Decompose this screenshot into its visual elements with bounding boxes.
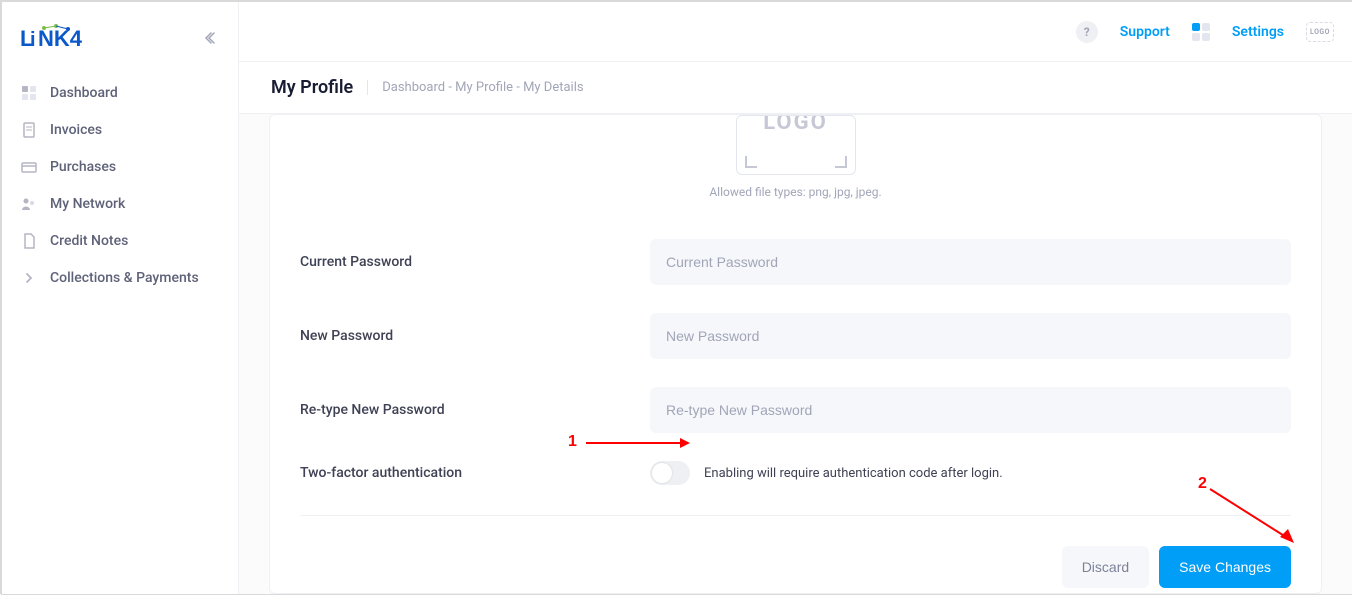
credit-notes-icon bbox=[20, 232, 38, 250]
profile-card: LOGO Allowed file types: png, jpg, jpeg.… bbox=[269, 114, 1322, 594]
breadcrumb: Dashboard - My Profile - My Details bbox=[367, 80, 583, 95]
save-changes-button[interactable]: Save Changes bbox=[1159, 546, 1291, 588]
network-icon bbox=[20, 195, 38, 213]
dashboard-icon bbox=[20, 84, 38, 102]
apps-grid-icon[interactable] bbox=[1192, 23, 1210, 41]
svg-text:i: i bbox=[30, 29, 36, 51]
topbar-settings-link[interactable]: Settings bbox=[1232, 24, 1284, 40]
page-title: My Profile bbox=[271, 77, 353, 98]
logo-placeholder-text: LOGO bbox=[763, 115, 828, 135]
topbar-support-link[interactable]: Support bbox=[1120, 24, 1170, 40]
two-factor-description: Enabling will require authentication cod… bbox=[704, 466, 1003, 481]
sidebar-item-label: Purchases bbox=[50, 159, 116, 175]
current-password-input[interactable] bbox=[650, 239, 1291, 285]
sidebar-collapse-button[interactable] bbox=[204, 30, 220, 46]
app-logo: L i NK4 bbox=[20, 24, 98, 52]
two-factor-label: Two-factor authentication bbox=[300, 465, 650, 481]
current-password-label: Current Password bbox=[300, 254, 650, 270]
logo-hint: Allowed file types: png, jpg, jpeg. bbox=[270, 185, 1321, 199]
invoices-icon bbox=[20, 121, 38, 139]
company-logo-thumb[interactable]: LOGO bbox=[1306, 22, 1334, 42]
help-icon[interactable]: ? bbox=[1076, 21, 1098, 43]
retype-password-input[interactable] bbox=[650, 387, 1291, 433]
breadcrumb-bar: My Profile Dashboard - My Profile - My D… bbox=[239, 62, 1352, 114]
sidebar-nav: Dashboard Invoices Purchases My Network … bbox=[2, 70, 238, 300]
sidebar-item-invoices[interactable]: Invoices bbox=[2, 111, 238, 148]
sidebar-item-label: Dashboard bbox=[50, 85, 118, 101]
new-password-input[interactable] bbox=[650, 313, 1291, 359]
two-factor-toggle[interactable] bbox=[650, 461, 690, 485]
new-password-label: New Password bbox=[300, 328, 650, 344]
sidebar: L i NK4 Dashboard Inv bbox=[2, 2, 239, 594]
retype-password-label: Re-type New Password bbox=[300, 402, 650, 418]
logo-upload-box[interactable]: LOGO bbox=[736, 115, 856, 175]
sidebar-item-label: Invoices bbox=[50, 122, 102, 138]
purchases-icon bbox=[20, 158, 38, 176]
sidebar-item-label: My Network bbox=[50, 196, 125, 212]
discard-button[interactable]: Discard bbox=[1062, 546, 1149, 588]
topbar: ? Support Settings LOGO bbox=[239, 2, 1352, 62]
sidebar-item-label: Collections & Payments bbox=[50, 270, 199, 286]
sidebar-item-purchases[interactable]: Purchases bbox=[2, 148, 238, 185]
sidebar-item-label: Credit Notes bbox=[50, 233, 128, 249]
chevron-right-icon bbox=[20, 269, 38, 287]
sidebar-item-dashboard[interactable]: Dashboard bbox=[2, 74, 238, 111]
sidebar-item-collections-payments[interactable]: Collections & Payments bbox=[2, 259, 238, 296]
sidebar-item-my-network[interactable]: My Network bbox=[2, 185, 238, 222]
sidebar-item-credit-notes[interactable]: Credit Notes bbox=[2, 222, 238, 259]
